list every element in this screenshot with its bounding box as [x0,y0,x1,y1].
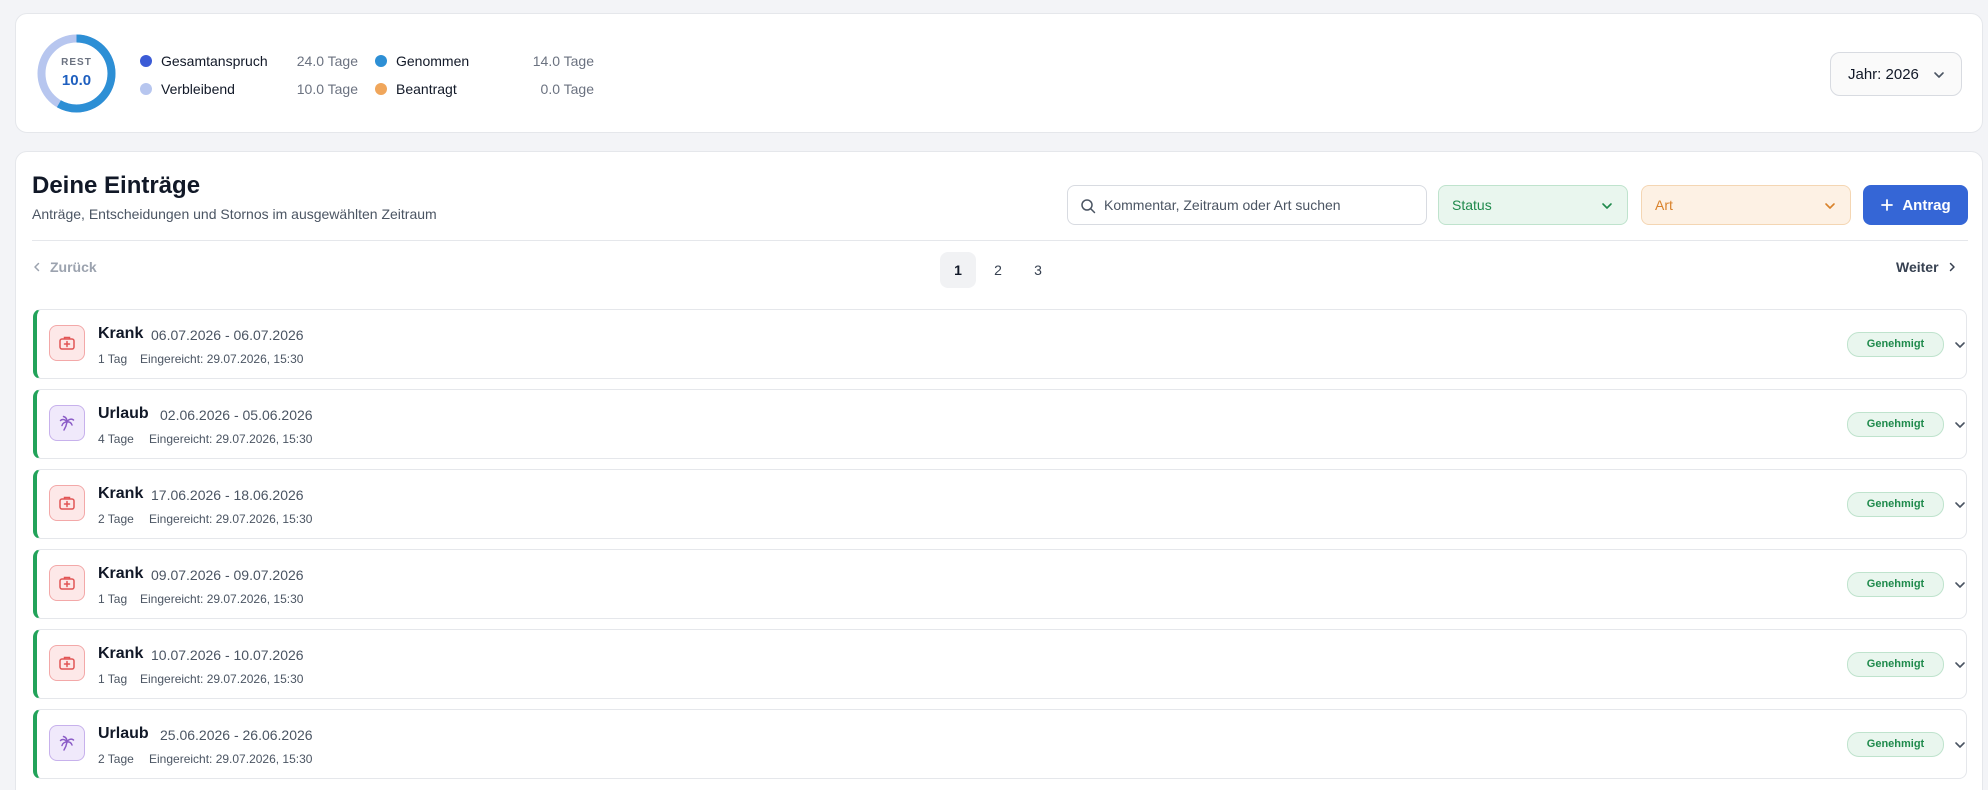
status-badge: Genehmigt [1847,412,1944,437]
ring-value: 10.0 [61,72,92,89]
entry-duration: 2 Tage [98,752,134,766]
pagination-prev-label: Zurück [50,259,97,275]
stat-label: Genommen [396,53,470,69]
year-select-value: Jahr: 2026 [1848,65,1919,83]
entry-date-range: 25.06.2026 - 26.06.2026 [160,727,313,743]
entry-row[interactable]: Krank 09.07.2026 - 09.07.2026 1 Tag Eing… [33,549,1967,619]
entry-type: Krank [98,325,144,342]
year-select[interactable]: Jahr: 2026 [1830,52,1962,96]
legend-dot [375,83,387,95]
stat-label: Gesamtanspruch [161,53,268,69]
entry-submitted: Eingereicht: 29.07.2026, 15:30 [140,672,304,686]
add-request-button[interactable]: Antrag [1863,185,1968,225]
entry-type: Krank [98,645,144,662]
stat-gesamtanspruch: Gesamtanspruch [140,52,268,70]
art-filter-label: Art [1655,197,1673,213]
chevron-down-icon[interactable] [1954,499,1966,511]
entry-duration: 1 Tag [98,672,128,686]
entry-row[interactable]: Urlaub 02.06.2026 - 05.06.2026 4 Tage Ei… [33,389,1967,459]
entry-row[interactable]: Urlaub 25.06.2026 - 26.06.2026 2 Tage Ei… [33,709,1967,779]
search-box [1067,185,1427,225]
entry-duration: 2 Tage [98,512,134,526]
entry-type: Urlaub [98,725,149,742]
first-aid-kit-icon [49,325,85,361]
page-subtitle: Anträge, Entscheidungen und Stornos im a… [32,206,437,222]
status-filter-label: Status [1452,197,1492,213]
first-aid-kit-icon [49,645,85,681]
chevron-down-icon [1934,72,1944,78]
entry-date-range: 06.07.2026 - 06.07.2026 [151,327,304,343]
entry-date-range: 02.06.2026 - 05.06.2026 [160,407,313,423]
chevron-down-icon [1825,203,1835,209]
entry-submitted: Eingereicht: 29.07.2026, 15:30 [140,592,304,606]
entry-duration: 4 Tage [98,432,134,446]
status-badge: Genehmigt [1847,332,1944,357]
page-1-button[interactable]: 1 [940,252,976,288]
pagination-prev-button[interactable]: Zurück [32,255,97,279]
ring-label: REST [61,57,92,68]
stat-value: 24.0 Tage [296,53,358,69]
vacation-summary-card: REST 10.0 Gesamtanspruch 24.0 Tage Verbl… [15,13,1983,133]
entry-submitted: Eingereicht: 29.07.2026, 15:30 [149,512,313,526]
chevron-down-icon[interactable] [1954,739,1966,751]
stat-value: 14.0 Tage [532,53,594,69]
entry-submitted: Eingereicht: 29.07.2026, 15:30 [149,752,313,766]
status-badge: Genehmigt [1847,572,1944,597]
entry-duration: 1 Tag [98,592,128,606]
entry-submitted: Eingereicht: 29.07.2026, 15:30 [149,432,313,446]
entry-row[interactable]: Krank 17.06.2026 - 18.06.2026 2 Tage Ein… [33,469,1967,539]
entry-row[interactable]: Krank 10.07.2026 - 10.07.2026 1 Tag Eing… [33,629,1967,699]
stat-value: 10.0 Tage [296,81,358,97]
status-badge: Genehmigt [1847,492,1944,517]
chevron-down-icon[interactable] [1954,419,1966,431]
search-input[interactable] [1104,186,1419,224]
pagination-next-button[interactable]: Weiter [1896,255,1957,279]
entries-card: Deine Einträge Anträge, Entscheidungen u… [15,151,1983,790]
entry-date-range: 09.07.2026 - 09.07.2026 [151,567,304,583]
pagination-next-label: Weiter [1896,259,1939,275]
legend-dot [140,55,152,67]
status-badge: Genehmigt [1847,732,1944,757]
entry-date-range: 17.06.2026 - 18.06.2026 [151,487,304,503]
page-3-button[interactable]: 3 [1020,252,1056,288]
entry-type: Urlaub [98,405,149,422]
stat-beantragt: Beantragt [375,80,457,98]
entry-row[interactable]: Krank 06.07.2026 - 06.07.2026 1 Tag Eing… [33,309,1967,379]
page-title: Deine Einträge [32,172,201,199]
palm-tree-icon [49,725,85,761]
stat-genommen: Genommen [375,52,469,70]
status-badge: Genehmigt [1847,652,1944,677]
remaining-days-ring: REST 10.0 [36,33,117,114]
status-filter-select[interactable]: Status [1438,185,1628,225]
first-aid-kit-icon [49,485,85,521]
legend-dot [140,83,152,95]
divider [32,240,1968,241]
entry-date-range: 10.07.2026 - 10.07.2026 [151,647,304,663]
entry-type: Krank [98,485,144,502]
palm-tree-icon [49,405,85,441]
stat-value: 0.0 Tage [540,81,594,97]
stat-label: Verbleibend [161,81,235,97]
first-aid-kit-icon [49,565,85,601]
entry-submitted: Eingereicht: 29.07.2026, 15:30 [140,352,304,366]
chevron-right-icon [1949,262,1955,272]
plus-icon [1881,199,1894,211]
chevron-down-icon[interactable] [1954,339,1966,351]
chevron-down-icon[interactable] [1954,579,1966,591]
page-2-button[interactable]: 2 [980,252,1016,288]
search-icon [1081,199,1096,214]
entry-duration: 1 Tag [98,352,128,366]
add-request-label: Antrag [1902,196,1951,214]
chevron-left-icon [34,262,40,272]
chevron-down-icon[interactable] [1954,659,1966,671]
stat-verbleibend: Verbleibend [140,80,235,98]
entry-type: Krank [98,565,144,582]
stat-label: Beantragt [396,81,457,97]
chevron-down-icon [1602,203,1612,209]
legend-dot [375,55,387,67]
art-filter-select[interactable]: Art [1641,185,1851,225]
